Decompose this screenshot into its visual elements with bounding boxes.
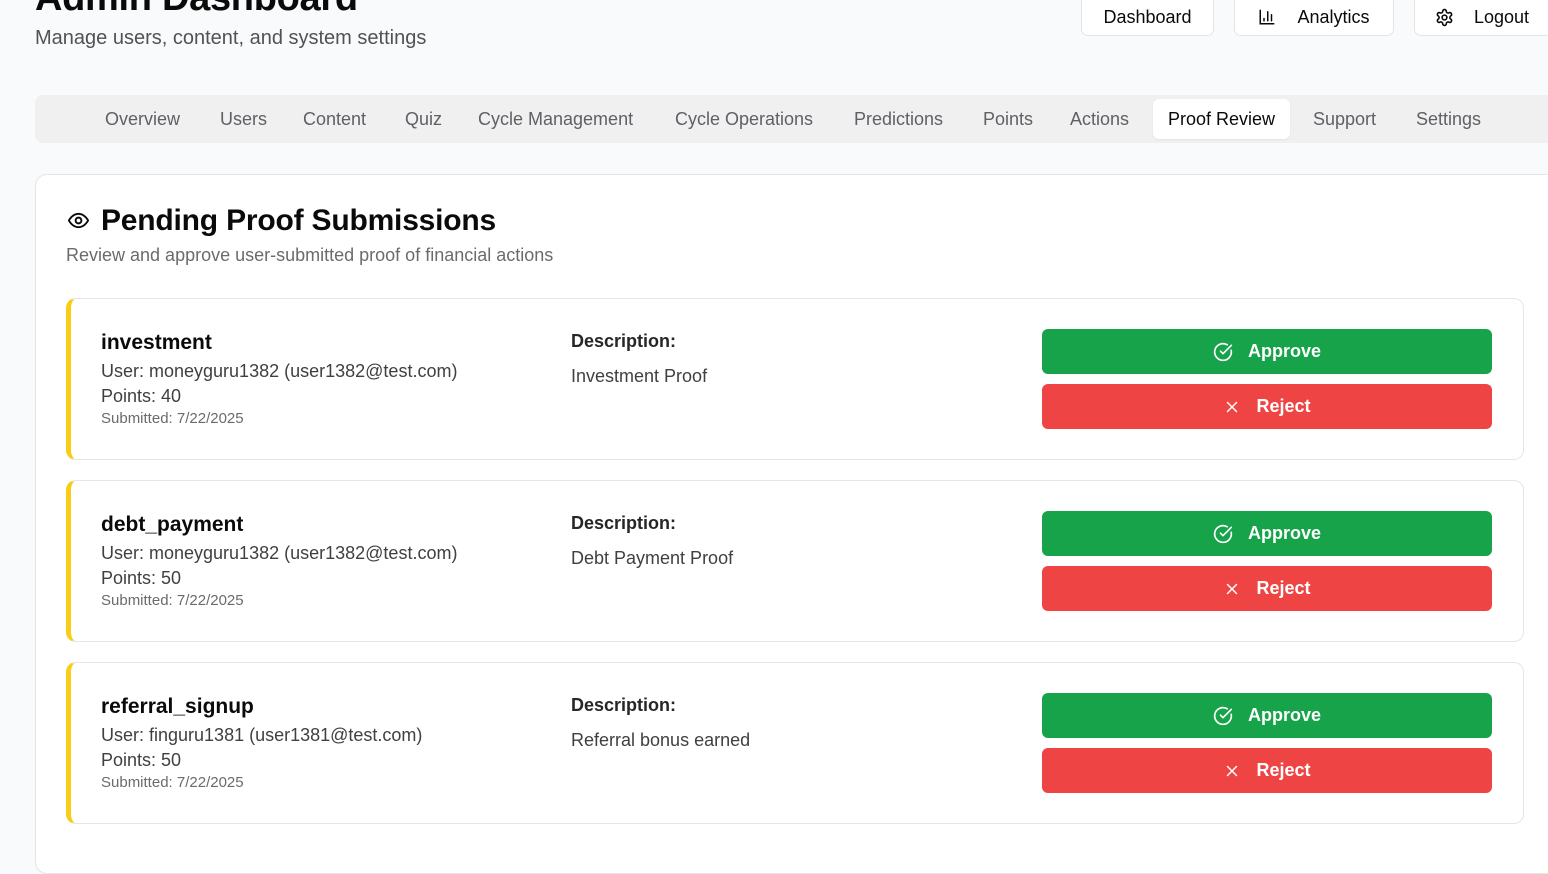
tab-cycle-management[interactable]: Cycle Management (463, 99, 648, 139)
tab-proof-review[interactable]: Proof Review (1153, 99, 1291, 139)
description-label: Description: (571, 695, 677, 715)
tab-settings[interactable]: Settings (1401, 99, 1496, 139)
dashboard-button[interactable]: Dashboard (1081, 0, 1214, 36)
submission-date: Submitted: 7/22/2025 (101, 410, 244, 427)
tab-overview[interactable]: Overview (90, 99, 195, 139)
submission-card: investment User: moneyguru1382 (user1382… (66, 298, 1524, 460)
analytics-button-label: Analytics (1297, 6, 1370, 27)
approve-button-label: Approve (1247, 341, 1321, 361)
close-icon (1227, 583, 1238, 594)
panel-description: Review and approve user-submitted proof … (66, 245, 554, 265)
close-icon (1227, 765, 1238, 776)
submission-card: debt_payment User: moneyguru1382 (user13… (66, 480, 1524, 642)
reject-button[interactable]: Reject (1042, 566, 1492, 611)
tab-content[interactable]: Content (288, 99, 381, 139)
submission-description: Debt Payment Proof (571, 548, 734, 568)
panel-title: Pending Proof Submissions (101, 204, 497, 237)
description-label: Description: (571, 331, 677, 351)
dashboard-button-label: Dashboard (1103, 6, 1192, 27)
reject-button-label: Reject (1256, 396, 1311, 416)
submission-date: Submitted: 7/22/2025 (101, 774, 244, 791)
submission-type: debt_payment (101, 513, 244, 536)
submission-user: User: moneyguru1382 (user1382@test.com) (101, 543, 458, 563)
submission-date: Submitted: 7/22/2025 (101, 592, 244, 609)
submission-points: Points: 40 (101, 386, 182, 406)
bar-chart-icon (1259, 9, 1275, 25)
submission-user: User: finguru1381 (user1381@test.com) (101, 725, 423, 745)
reject-button[interactable]: Reject (1042, 384, 1492, 429)
submission-description: Referral bonus earned (571, 730, 751, 750)
description-label: Description: (571, 513, 677, 533)
submission-type: investment (101, 331, 212, 354)
submission-points: Points: 50 (101, 568, 182, 588)
check-circle-icon (1213, 524, 1233, 543)
approve-button[interactable]: Approve (1042, 329, 1492, 374)
reject-button-label: Reject (1256, 578, 1311, 598)
analytics-button[interactable]: Analytics (1234, 0, 1394, 36)
tab-users[interactable]: Users (205, 99, 282, 139)
tab-predictions[interactable]: Predictions (839, 99, 958, 139)
tab-quiz[interactable]: Quiz (390, 99, 457, 139)
logout-button-label: Logout (1474, 6, 1530, 27)
check-circle-icon (1213, 706, 1233, 725)
tab-actions[interactable]: Actions (1055, 99, 1144, 139)
page-subtitle: Manage users, content, and system settin… (35, 27, 427, 49)
submission-user: User: moneyguru1382 (user1382@test.com) (101, 361, 458, 381)
tab-points[interactable]: Points (968, 99, 1048, 139)
reject-button[interactable]: Reject (1042, 748, 1492, 793)
close-icon (1227, 401, 1238, 412)
approve-button[interactable]: Approve (1042, 693, 1492, 738)
eye-icon (67, 212, 90, 229)
gear-icon (1436, 8, 1453, 26)
approve-button[interactable]: Approve (1042, 511, 1492, 556)
check-circle-icon (1213, 342, 1233, 361)
logout-button[interactable]: Logout (1414, 0, 1548, 36)
reject-button-label: Reject (1256, 760, 1311, 780)
admin-tabs: Overview Users Content Quiz Cycle Manage… (35, 95, 1548, 143)
approve-button-label: Approve (1247, 705, 1321, 725)
page-title: Admin Dashboard (35, 0, 358, 18)
tab-support[interactable]: Support (1298, 99, 1391, 139)
submission-card: referral_signup User: finguru1381 (user1… (66, 662, 1524, 824)
submission-type: referral_signup (101, 695, 254, 718)
submission-points: Points: 50 (101, 750, 182, 770)
tab-cycle-operations[interactable]: Cycle Operations (660, 99, 828, 139)
approve-button-label: Approve (1247, 523, 1321, 543)
submission-description: Investment Proof (571, 366, 708, 386)
